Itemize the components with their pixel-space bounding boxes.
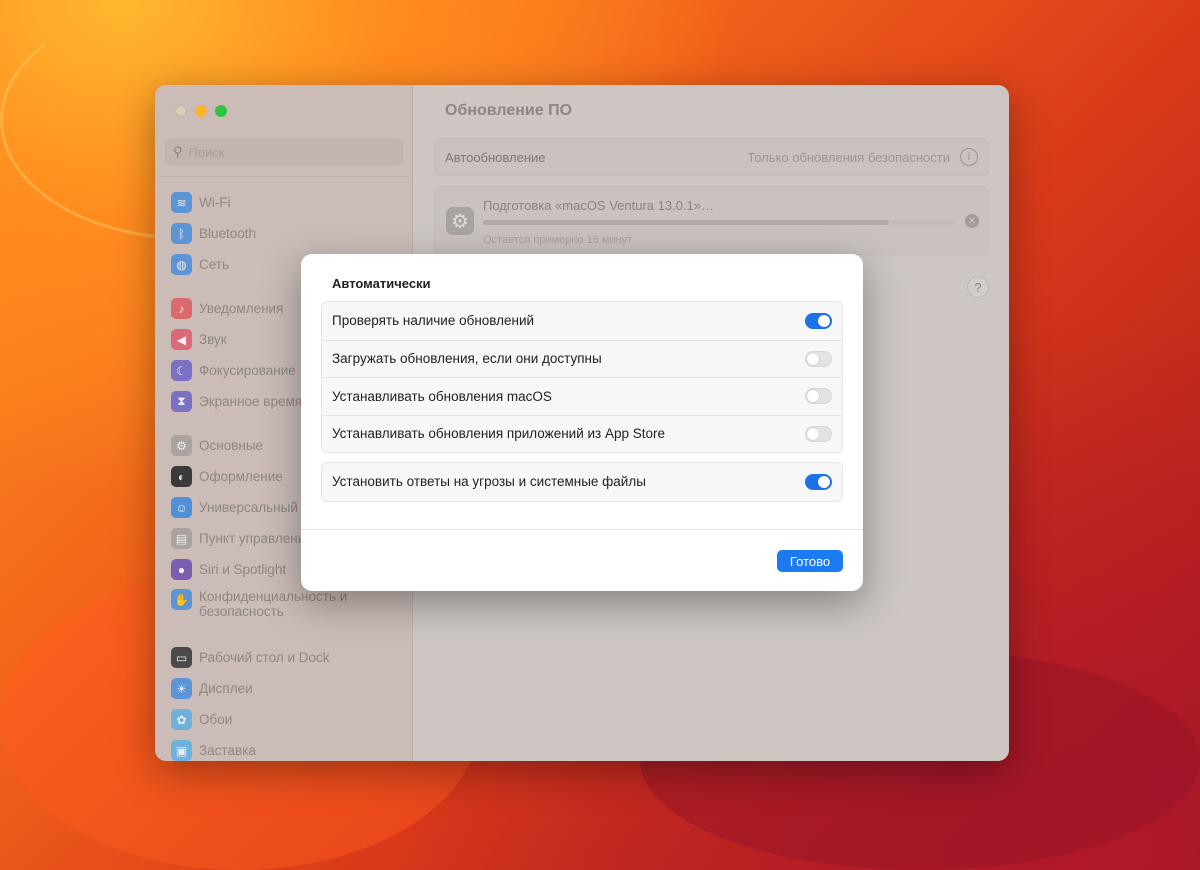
search-input[interactable]: ⚲ Поиск bbox=[165, 138, 403, 166]
option-label: Установить ответы на угрозы и системные … bbox=[332, 474, 646, 490]
close-button[interactable] bbox=[175, 105, 187, 117]
dock-icon: ▭ bbox=[171, 647, 192, 668]
gear-icon: ⚙ bbox=[171, 435, 192, 456]
minimize-button[interactable] bbox=[195, 105, 207, 117]
speaker-icon: ◀ bbox=[171, 329, 192, 350]
bluetooth-icon: ᛒ bbox=[171, 223, 192, 244]
progress-bar bbox=[483, 220, 955, 225]
option-row: Загружать обновления, если они доступны bbox=[322, 339, 842, 378]
sun-icon: ☀ bbox=[171, 678, 192, 699]
option-label: Устанавливать обновления приложений из A… bbox=[332, 426, 666, 442]
auto-update-dialog: Автоматически Проверять наличие обновлен… bbox=[301, 254, 863, 591]
security-toggle[interactable] bbox=[805, 473, 832, 490]
sidebar-item[interactable]: ▭ Рабочий стол и Dock bbox=[171, 642, 407, 673]
option-row: Проверять наличие обновлений bbox=[322, 302, 842, 340]
auto-update-label: Автообновление bbox=[445, 149, 546, 165]
cancel-download-icon[interactable]: ✕ bbox=[965, 214, 979, 228]
sidebar-item-label: Сеть bbox=[199, 257, 230, 272]
option-row: Устанавливать обновления приложений из A… bbox=[322, 414, 842, 453]
accessibility-icon: ☺ bbox=[171, 497, 192, 518]
globe-icon: ◍ bbox=[171, 254, 192, 275]
done-button[interactable]: Готово bbox=[777, 550, 843, 572]
software-update-icon: ⚙ bbox=[446, 207, 474, 235]
sidebar-item[interactable]: ✿ Обои bbox=[171, 704, 407, 735]
screensaver-icon: ▣ bbox=[171, 740, 192, 761]
sidebar-item-label: Звук bbox=[199, 332, 227, 347]
divider bbox=[155, 176, 412, 177]
option-label: Загружать обновления, если они доступны bbox=[332, 351, 602, 367]
option-label: Устанавливать обновления macOS bbox=[332, 388, 552, 404]
sidebar-item-label: Рабочий стол и Dock bbox=[199, 650, 330, 665]
sidebar-item[interactable]: ☀ Дисплеи bbox=[171, 673, 407, 704]
option-toggle[interactable] bbox=[805, 388, 832, 405]
progress-fill bbox=[483, 220, 889, 225]
search-icon: ⚲ bbox=[173, 144, 183, 159]
divider bbox=[301, 529, 863, 530]
moon-icon: ☾ bbox=[171, 360, 192, 381]
auto-update-row: Автообновление Только обновления безопас… bbox=[434, 138, 989, 176]
info-icon[interactable]: i bbox=[960, 148, 978, 166]
dialog-title: Автоматически bbox=[332, 276, 431, 291]
page-title: Обновление ПО bbox=[445, 102, 573, 119]
sidebar-item-label: Wi-Fi bbox=[199, 195, 231, 210]
sidebar-item[interactable]: ▣ Заставка bbox=[171, 735, 407, 761]
sidebar-item-label: Дисплеи bbox=[199, 681, 253, 696]
option-row: Установить ответы на угрозы и системные … bbox=[322, 463, 842, 501]
sidebar-item[interactable]: ≋ Wi-Fi bbox=[171, 187, 407, 218]
help-button[interactable]: ? bbox=[967, 276, 989, 298]
hourglass-icon: ⧗ bbox=[171, 391, 192, 412]
appearance-icon: ◐ bbox=[171, 466, 192, 487]
sidebar-item-label: Пункт управления bbox=[199, 531, 313, 546]
sidebar-item-label: Фокусирование bbox=[199, 363, 296, 378]
group-gap bbox=[171, 629, 407, 642]
sidebar-item-label: Уведомления bbox=[199, 301, 284, 316]
control-center-icon: ▤ bbox=[171, 528, 192, 549]
sidebar-item[interactable]: ᛒ Bluetooth bbox=[171, 218, 407, 249]
hand-icon: ✋ bbox=[171, 589, 192, 610]
sidebar-item-label: Основные bbox=[199, 438, 264, 453]
download-status: Остается примерно 15 минут bbox=[483, 234, 633, 246]
wifi-icon: ≋ bbox=[171, 192, 192, 213]
bell-icon: ♪ bbox=[171, 298, 192, 319]
sidebar-item-label: Заставка bbox=[199, 743, 256, 758]
flower-icon: ✿ bbox=[171, 709, 192, 730]
sidebar-item-label: Экранное время bbox=[199, 394, 303, 409]
security-group: Установить ответы на угрозы и системные … bbox=[321, 462, 843, 502]
sidebar-item[interactable]: ✋ Конфиденциальность и безопасность bbox=[171, 585, 407, 629]
search-placeholder: Поиск bbox=[188, 144, 225, 160]
sidebar-item-label: Siri и Spotlight bbox=[199, 562, 287, 577]
option-row: Устанавливать обновления macOS bbox=[322, 377, 842, 415]
auto-update-value: Только обновления безопасности bbox=[747, 149, 950, 165]
siri-icon: ● bbox=[171, 559, 192, 580]
download-card: ⚙ Подготовка «macOS Ventura 13.0.1»… Ост… bbox=[434, 186, 989, 255]
sidebar-item-label: Конфиденциальность и безопасность bbox=[199, 589, 348, 619]
option-label: Проверять наличие обновлений bbox=[332, 313, 535, 329]
sidebar-item-label: Оформление bbox=[199, 469, 283, 484]
option-toggle[interactable] bbox=[805, 350, 832, 367]
sidebar-item-label: Обои bbox=[199, 712, 233, 727]
traffic-lights bbox=[175, 105, 227, 117]
option-toggle[interactable] bbox=[805, 312, 832, 329]
sidebar-item-label: Bluetooth bbox=[199, 226, 257, 241]
option-toggle[interactable] bbox=[805, 425, 832, 442]
options-group: Проверять наличие обновлений Загружать об… bbox=[321, 301, 843, 453]
zoom-button[interactable] bbox=[215, 105, 227, 117]
download-title: Подготовка «macOS Ventura 13.0.1»… bbox=[483, 198, 715, 213]
